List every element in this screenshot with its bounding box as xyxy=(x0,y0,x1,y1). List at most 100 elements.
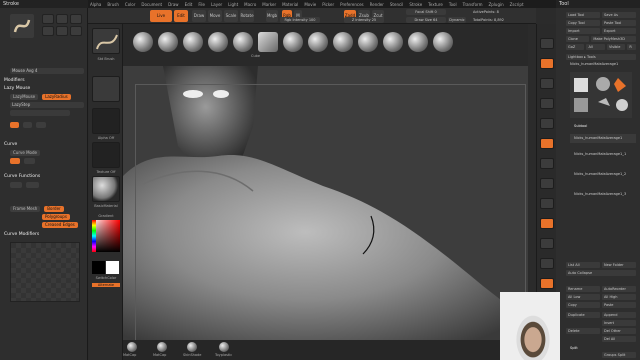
switch-color-button[interactable]: SwitchColor xyxy=(92,276,120,280)
matcap-1[interactable] xyxy=(127,342,137,352)
curve-section[interactable]: Curve xyxy=(4,142,17,147)
alternate-button[interactable]: Alternate xyxy=(92,283,120,287)
append-button[interactable]: Append xyxy=(602,312,636,318)
all-low-button[interactable]: All Low xyxy=(566,294,600,300)
all-button[interactable]: All xyxy=(586,44,605,50)
stroke-type-button[interactable] xyxy=(56,26,68,36)
lazy-mouse-toggle[interactable]: LazyMouse xyxy=(10,94,39,100)
skinshade[interactable] xyxy=(187,342,197,352)
curve-mode-button[interactable]: Curve Mode xyxy=(10,150,40,156)
menu-item-marker[interactable]: Marker xyxy=(262,2,276,7)
persp-icon[interactable] xyxy=(540,138,554,149)
brush-cube[interactable] xyxy=(258,32,278,52)
list-all-button[interactable]: List All xyxy=(566,262,600,268)
local-icon[interactable] xyxy=(540,178,554,189)
menu-item-picker[interactable]: Picker xyxy=(322,2,334,7)
groups-split-button[interactable]: Groups Split xyxy=(602,352,636,358)
xyz-icon[interactable] xyxy=(540,198,554,209)
menu-item-alpha[interactable]: Alpha xyxy=(90,2,101,7)
rgb-intensity-slider[interactable]: Rgb Intensity 100 xyxy=(280,17,320,23)
mrgb-button[interactable]: Mrgb xyxy=(266,10,278,22)
import-button[interactable]: Import xyxy=(566,28,600,34)
polyf-icon[interactable] xyxy=(540,278,554,289)
visible-button[interactable]: Visible xyxy=(606,44,626,50)
paste-button[interactable]: Paste xyxy=(602,302,636,308)
menu-item-brush[interactable]: Brush xyxy=(107,2,119,7)
curve-function-button[interactable] xyxy=(26,182,39,188)
delete-button[interactable]: Delete xyxy=(566,328,600,334)
brush-damstandard[interactable] xyxy=(183,32,203,52)
subtool-item-3[interactable]: Nicks_humanMaleAverage1_3 xyxy=(570,190,636,199)
brush-clay[interactable] xyxy=(333,32,353,52)
copy-tool-button[interactable]: Copy Tool xyxy=(566,20,600,26)
menu-item-macro[interactable]: Macro xyxy=(244,2,256,7)
curve-functions-section[interactable]: Curve Functions xyxy=(4,174,40,179)
curve-modifiers-section[interactable]: Curve Modifiers xyxy=(4,232,39,237)
secondary-color-swatch[interactable] xyxy=(106,261,119,274)
menu-item-file[interactable]: File xyxy=(198,2,205,7)
stroke-type-button[interactable] xyxy=(56,14,68,24)
menu-item-edit[interactable]: Edit xyxy=(185,2,193,7)
matcap-2[interactable] xyxy=(157,342,167,352)
rotate-button[interactable]: Rotate xyxy=(240,10,254,22)
brush-sphere[interactable] xyxy=(283,32,303,52)
lazy-option-active[interactable] xyxy=(10,122,19,128)
load-tool-button[interactable]: Load Tool xyxy=(566,12,600,18)
brush-move[interactable] xyxy=(208,32,228,52)
curve-function-button[interactable] xyxy=(10,182,23,188)
dynamic-button[interactable]: Dynamic xyxy=(448,17,466,23)
move-view-icon[interactable] xyxy=(540,238,554,249)
menu-item-material[interactable]: Material xyxy=(282,2,298,7)
rename-button[interactable]: Rename xyxy=(566,286,600,292)
new-folder-button[interactable]: New Folder xyxy=(602,262,636,268)
menu-item-color[interactable]: Color xyxy=(125,2,135,7)
zoom-icon[interactable] xyxy=(540,78,554,89)
make-polymesh-button[interactable]: Make PolyMesh3D xyxy=(591,36,636,42)
brush-standard[interactable] xyxy=(133,32,153,52)
actual-icon[interactable] xyxy=(540,98,554,109)
tool-palette-title[interactable]: Tool xyxy=(556,0,640,8)
move-button[interactable]: Move xyxy=(208,10,222,22)
tool-thumbnails[interactable] xyxy=(570,72,632,118)
curve-editor[interactable] xyxy=(10,242,80,302)
copy-button[interactable]: Copy xyxy=(566,302,600,308)
lazy-mouse-section[interactable]: Lazy Mouse xyxy=(4,86,30,91)
del-other-button[interactable]: Del Other xyxy=(602,328,636,334)
border-button[interactable]: Border xyxy=(44,206,64,212)
menu-item-texture[interactable]: Texture xyxy=(428,2,443,7)
subtool-item-1[interactable]: Nicks_humanMaleAverage1_1 xyxy=(570,150,636,159)
aahalf-icon[interactable] xyxy=(540,118,554,129)
lazy-option[interactable] xyxy=(22,122,33,128)
export-button[interactable]: Export xyxy=(602,28,636,34)
menu-item-render[interactable]: Render xyxy=(370,2,384,7)
alpha-thumbnail[interactable] xyxy=(92,108,120,134)
zoom3d-icon[interactable] xyxy=(540,258,554,269)
subtool-item-2[interactable]: Nicks_humanMaleAverage1_2 xyxy=(570,170,636,179)
current-tool-name[interactable]: Nicks_humanMaleAverage1 xyxy=(566,60,632,69)
r-button[interactable]: R xyxy=(627,44,636,50)
draw-size-slider[interactable]: Draw Size 64 xyxy=(406,17,446,23)
brush-flatten[interactable] xyxy=(408,32,428,52)
paste-tool-button[interactable]: Paste Tool xyxy=(602,20,636,26)
scale-button[interactable]: Scale xyxy=(224,10,238,22)
curve-option[interactable] xyxy=(23,158,35,164)
menu-item-light[interactable]: Light xyxy=(228,2,238,7)
floor-icon[interactable] xyxy=(540,158,554,169)
brush-smooth[interactable] xyxy=(383,32,403,52)
lazy-step-slider[interactable]: LazyStep xyxy=(10,102,84,108)
menu-item-draw[interactable]: Draw xyxy=(168,2,178,7)
insert-button[interactable]: Insert xyxy=(602,320,636,326)
brush-hpolish[interactable] xyxy=(233,32,253,52)
brush-pinch[interactable] xyxy=(308,32,328,52)
toyplastic[interactable] xyxy=(219,342,229,352)
menu-item-zscript[interactable]: Zscript xyxy=(510,2,524,7)
focal-shift-slider[interactable]: Focal Shift 0 xyxy=(406,9,446,15)
stroke-type-button[interactable] xyxy=(42,26,54,36)
brush-inflate[interactable] xyxy=(433,32,453,52)
auto-collapse-button[interactable]: Auto Collapse xyxy=(566,270,636,276)
subtool-item-0[interactable]: Nicks_humanMaleAverage1 xyxy=(570,134,636,143)
del-all-button[interactable]: Del All xyxy=(602,336,636,342)
stroke-thumbnail[interactable] xyxy=(92,76,120,102)
main-color-swatch[interactable] xyxy=(92,261,105,274)
auto-reorder-button[interactable]: AutoReorder xyxy=(602,286,636,292)
